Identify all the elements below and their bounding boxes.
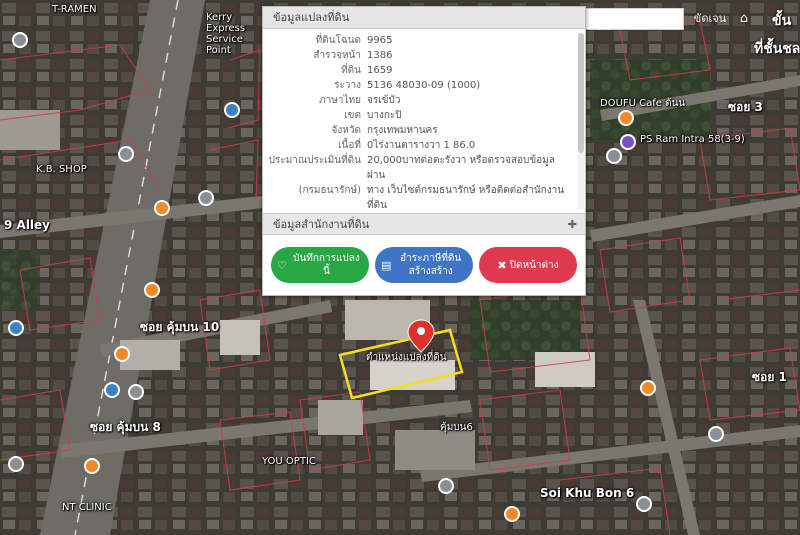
info-row-value: ทาง เว็บไซต์กรมธนารักษ์ หรือติดต่อสำนักง… — [367, 185, 565, 211]
info-row-label: เขต — [344, 110, 361, 121]
info-row-value: กรุงเทพมหานคร — [367, 125, 438, 136]
info-row: ที่ดิน 1659 — [263, 63, 585, 78]
map-label-soi-khubon-8: ซอย คุ้มบน 8 — [90, 420, 161, 434]
poi-marker-icon[interactable] — [104, 382, 120, 398]
info-row: สำรวจหน้า 1386 — [263, 48, 585, 63]
info-row-label: ที่ดิน — [341, 65, 361, 76]
info-row-value: 9965 — [367, 35, 393, 46]
map-label-ps-ram[interactable]: PS Ram Intra 58(3-9) — [640, 134, 745, 145]
poi-marker-icon[interactable] — [84, 458, 100, 474]
map-label-you-optic[interactable]: YOU OPTIC — [262, 456, 316, 467]
poi-marker-icon[interactable] — [128, 384, 144, 400]
info-row: เขต บางกะปิ — [263, 108, 585, 123]
poi-marker-icon[interactable] — [504, 506, 520, 522]
poi-marker-icon[interactable] — [640, 380, 656, 396]
poi-marker-icon[interactable] — [198, 190, 214, 206]
info-row: ระวาง 5136 48030-09 (1000) — [263, 78, 585, 93]
parcel-info-rows[interactable]: ที่ดินโฉนด 9965 สำรวจหน้า 1386 ที่ดิน 1659 ระว… — [263, 29, 585, 213]
close-window-button[interactable]: ✖ ปิดหน้าต่าง — [479, 247, 577, 283]
home-icon[interactable]: ⌂ — [734, 8, 754, 30]
poi-marker-icon[interactable] — [8, 320, 24, 336]
panel-scrollbar[interactable] — [578, 33, 584, 209]
panel-header: ข้อมูลแปลงที่ดิน — [263, 7, 585, 29]
poi-marker-icon[interactable] — [618, 110, 634, 126]
map-label-nt-clinic[interactable]: NT CLINIC — [62, 502, 112, 513]
info-row-value: 5136 48030-09 (1000) — [367, 80, 481, 91]
info-row: จังหวัด กรุงเทพมหานคร — [263, 123, 585, 138]
info-row: ภาษาไทย จรเข้บัว — [263, 93, 585, 108]
info-row-value: 0ไร่งานตารางวา 1 86.0 — [367, 140, 476, 151]
save-parcel-button[interactable]: ♡ บันทึกการแปลงนี้ — [271, 247, 369, 283]
poi-marker-icon[interactable] — [224, 102, 240, 118]
poi-marker-icon[interactable] — [438, 478, 454, 494]
poi-marker-icon[interactable] — [636, 496, 652, 512]
info-row-label: (กรมธนารักษ์) — [298, 185, 361, 196]
info-row-label: ประมาณประเมินที่ดิน — [268, 155, 361, 166]
map-label-soi-3: ซอย 3 — [728, 100, 763, 114]
info-row: เนื้อที่ 0ไร่งานตารางวา 1 86.0 — [263, 138, 585, 153]
map-label-khubon-6: คุ้มบน6 — [440, 422, 473, 433]
info-row: ประมาณประเมินที่ดิน 20,000บาทต่อตะรังวา ห… — [263, 153, 585, 183]
poi-marker-icon[interactable] — [114, 346, 130, 362]
edge-text-top: ขั้น — [772, 13, 792, 29]
plus-icon[interactable]: ✚ — [568, 214, 577, 236]
map-label-kerry[interactable]: Kerry Express Service Point — [206, 12, 266, 56]
map-label-soi-1: ซอย 1 — [752, 370, 787, 384]
heart-icon: ♡ — [277, 258, 287, 272]
poi-marker-icon[interactable] — [606, 148, 622, 164]
info-row-label: เนื้อที่ — [338, 140, 361, 151]
document-icon: ▤ — [381, 258, 392, 272]
map-label-parcel[interactable]: ตำแหน่งแปลงที่ดิน — [366, 350, 447, 365]
parcel-info-panel: ข้อมูลแปลงที่ดิน ที่ดินโฉนด 9965 สำรวจหน้า… — [262, 6, 586, 296]
info-row-value: บางกะปิ — [367, 110, 402, 121]
info-row-value: จรเข้บัว — [367, 95, 401, 106]
poi-marker-icon[interactable] — [708, 426, 724, 442]
map-label-doufu[interactable]: DOUFU Cafe ต้นน — [600, 96, 685, 111]
poi-marker-icon[interactable] — [8, 456, 24, 472]
info-row-value: 1386 — [367, 50, 393, 61]
poi-marker-icon[interactable] — [12, 32, 28, 48]
info-row-label: จังหวัด — [331, 125, 361, 136]
info-row: (กรมธนารักษ์) ทาง เว็บไซต์กรมธนารักษ์ หรื… — [263, 183, 585, 213]
map-label-alley-9: 9 Alley — [4, 218, 51, 232]
poi-marker-icon[interactable] — [154, 200, 170, 216]
clear-search-button[interactable]: ขัดเจน — [688, 8, 732, 30]
map-label-kb-shop[interactable]: K.B. SHOP — [36, 164, 87, 175]
pay-land-tax-button[interactable]: ▤ อำระภาษีที่ดินสร้างสร้าง — [375, 247, 473, 283]
poi-marker-icon[interactable] — [620, 134, 636, 150]
map-label-soi-khubon-6: Soi Khu Bon 6 — [540, 486, 635, 500]
map-label-soi-khubon-10: ซอย คุ้มบน 10 — [140, 320, 220, 334]
info-row-value: 20,000บาทต่อตะรังวา หรือตรวจสอบข้อมูลผ่า… — [367, 155, 555, 181]
edge-text-bottom: ที่ชั้นชล — [754, 41, 800, 57]
info-row-label: ระวาง — [334, 80, 361, 91]
info-row-label: ภาษาไทย — [319, 95, 361, 106]
poi-marker-icon[interactable] — [118, 146, 134, 162]
panel-actions: ♡ บันทึกการแปลงนี้ ▤ อำระภาษีที่ดินสร้าง… — [271, 247, 579, 283]
info-row-label: ที่ดินโฉนด — [315, 35, 361, 46]
map-label-t-ramen[interactable]: T-RAMEN — [52, 4, 97, 15]
close-icon: ✖ — [497, 258, 507, 272]
info-row: ที่ดินโฉนด 9965 — [263, 33, 585, 48]
info-row-value: 1659 — [367, 65, 393, 76]
poi-marker-icon[interactable] — [144, 282, 160, 298]
info-row-label: สำรวจหน้า — [313, 50, 361, 61]
land-office-section-header[interactable]: ข้อมูลสำนักงานที่ดิน ✚ — [263, 213, 585, 235]
